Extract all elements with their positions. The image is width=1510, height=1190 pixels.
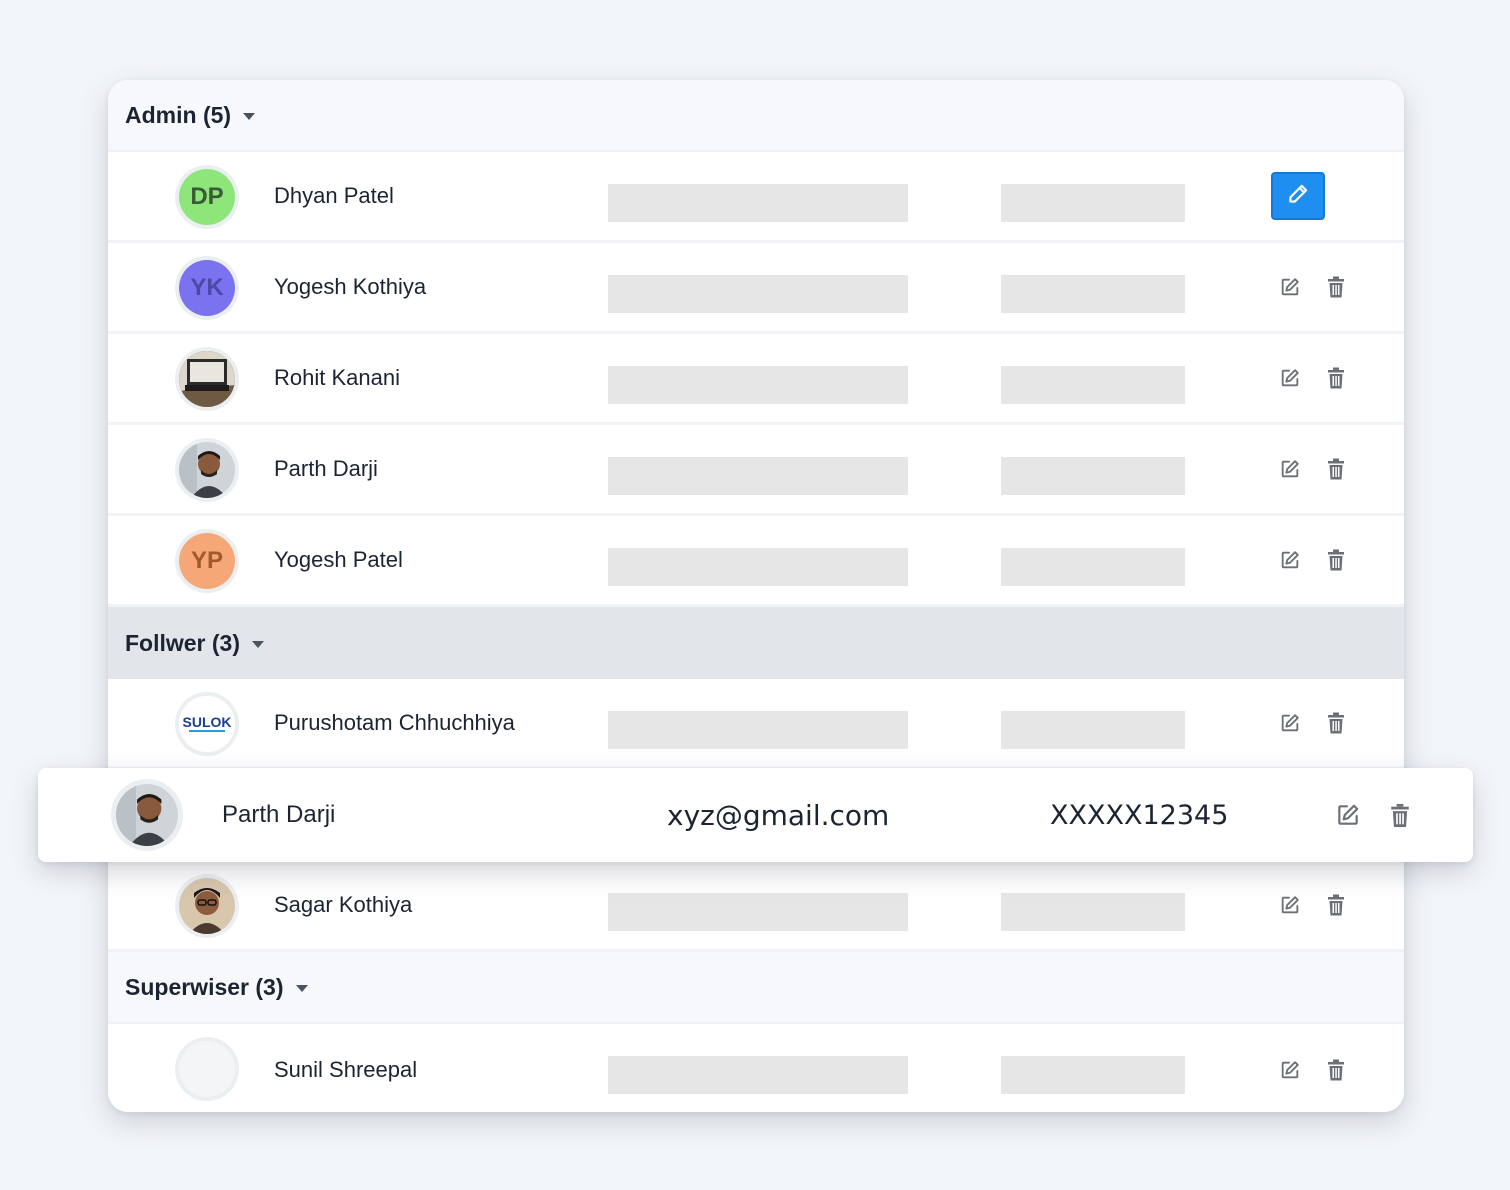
member-name: Parth Darji [274,456,378,481]
member-name: Parth Darji [222,801,336,828]
trash-icon[interactable] [1325,367,1347,389]
avatar-photo [116,784,178,846]
trash-icon[interactable] [1325,712,1347,734]
phone-placeholder [1001,893,1185,931]
phone-placeholder [1001,711,1185,749]
phone-placeholder [1001,184,1185,222]
member-name: Rohit Kanani [274,365,400,390]
caret-down-icon[interactable] [252,641,265,648]
caret-down-icon[interactable] [295,985,308,992]
group-title: Follwer (3) [125,629,241,656]
avatar-photo [179,442,235,498]
avatar-initials: DP [179,169,235,225]
dragged-member-row[interactable]: Parth Darji xyz@gmail.com XXXXX12345 [38,768,1473,862]
edit-square-icon[interactable] [1279,458,1301,480]
edit-square-icon[interactable] [1279,549,1301,571]
avatar [175,874,239,938]
phone-placeholder [1001,548,1185,586]
group-header-supervisor[interactable]: Superwiser (3) [108,952,1404,1024]
edit-square-icon[interactable] [1279,367,1301,389]
group-title: Superwiser (3) [125,973,284,1000]
phone-placeholder [1001,457,1185,495]
email-placeholder [608,1056,908,1094]
trash-icon[interactable] [1325,1059,1347,1081]
edit-square-icon[interactable] [1335,802,1361,828]
email-placeholder [608,711,908,749]
member-email: xyz@gmail.com [667,798,890,832]
group-title: Admin (5) [125,101,232,128]
avatar: DP [175,165,239,229]
member-row[interactable]: DP Dhyan Patel [108,152,1404,243]
avatar-empty [179,1041,235,1097]
member-name: Yogesh Patel [274,547,403,572]
trash-icon[interactable] [1325,549,1347,571]
trash-icon[interactable] [1325,894,1347,916]
avatar: YK [175,256,239,320]
email-placeholder [608,366,908,404]
group-header-admin[interactable]: Admin (5) [108,80,1404,152]
edit-square-icon[interactable] [1279,276,1301,298]
caret-down-icon[interactable] [243,113,256,120]
pencil-icon [1285,181,1311,212]
email-placeholder [608,457,908,495]
member-row[interactable]: Rohit Kanani [108,334,1404,425]
member-name: Yogesh Kothiya [274,274,427,299]
email-placeholder [608,548,908,586]
email-placeholder [608,893,908,931]
sulok-logo-text: SULOK [183,714,232,730]
avatar: SULOK [175,692,239,756]
avatar-photo [179,878,235,934]
avatar: YP [175,529,239,593]
avatar-initials: YK [179,260,235,316]
phone-placeholder [1001,1056,1185,1094]
member-name: Sunil Shreepal [274,1056,418,1082]
member-row[interactable]: YK Yogesh Kothiya [108,243,1404,334]
email-placeholder [608,275,908,313]
member-row[interactable]: YP Yogesh Patel [108,516,1404,607]
phone-placeholder [1001,275,1185,313]
group-header-follower[interactable]: Follwer (3) [108,607,1404,679]
member-name: Dhyan Patel [274,183,394,208]
member-row[interactable]: Sagar Kothiya [108,861,1404,952]
avatar-logo: SULOK [179,696,235,752]
phone-placeholder [1001,366,1185,404]
edit-square-icon[interactable] [1279,894,1301,916]
edit-button-active[interactable] [1271,172,1325,220]
avatar [175,1037,239,1101]
member-phone: XXXXX12345 [1050,799,1229,831]
members-card: Admin (5) DP Dhyan Patel YK Yogesh Kothi… [108,80,1404,1112]
member-row[interactable]: SULOK Purushotam Chhuchhiya [108,679,1404,770]
edit-square-icon[interactable] [1279,712,1301,734]
member-name: Purushotam Chhuchhiya [274,710,515,735]
trash-icon[interactable] [1325,458,1347,480]
trash-icon[interactable] [1387,802,1413,828]
trash-icon[interactable] [1325,276,1347,298]
avatar [175,438,239,502]
edit-square-icon[interactable] [1279,1059,1301,1081]
member-row[interactable]: Sunil Shreepal [108,1024,1404,1112]
email-placeholder [608,184,908,222]
member-name: Sagar Kothiya [274,892,413,917]
avatar [175,347,239,411]
avatar-initials: YP [179,533,235,589]
member-row[interactable]: Parth Darji [108,425,1404,516]
avatar-photo [179,351,235,407]
avatar [111,779,183,851]
